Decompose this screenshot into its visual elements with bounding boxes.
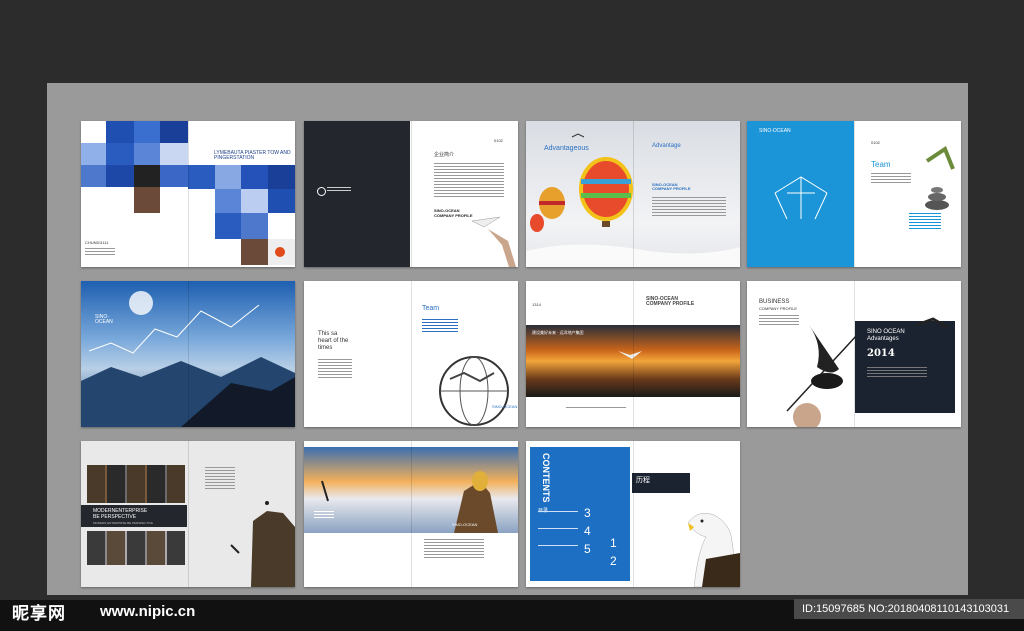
spread-10-text-lines [424, 539, 484, 560]
spread-3-text-lines [652, 197, 726, 218]
spread-3-left-title: Advantageous [544, 145, 589, 152]
spread-3-right-title: Advantage [652, 143, 681, 149]
brochure-spread-2[interactable]: 企业简介 0102 SINO-OCEAN COMPANY PROFILE [304, 121, 518, 267]
brochure-spread-9[interactable]: MODERNENTERPRISE BE PERSPECTIVE MODERN E… [81, 441, 295, 587]
spread-1-heading: LYMEBAUTA PIASTER TOW AND PINGERSTATION [214, 150, 291, 161]
brochure-spread-4[interactable]: SINO-OCEAN 0102 Team [747, 121, 961, 267]
spread-10-photo-lines [314, 511, 334, 520]
spread-1-footer: CHUNDI1111 [85, 240, 109, 245]
site-url[interactable]: www.nipic.cn [100, 603, 195, 620]
page-fold [188, 281, 189, 427]
image-id-label: ID:15097685 NO:20180408110143103031 [794, 599, 1024, 619]
brochure-spread-3[interactable]: Advantageous Advantage SINO-OCEAN COMPAN… [526, 121, 740, 267]
brochure-spread-10[interactable]: SINO-OCEAN [304, 441, 518, 587]
brochure-spread-8[interactable]: BUSINESS COMPANY PROFILE SINO OCEAN Adva… [747, 281, 961, 427]
page-fold [411, 121, 412, 267]
brochure-spread-7[interactable]: 1314 SINO-OCEAN COMPANY PROFILE 建设美好未来 ·… [526, 281, 740, 427]
spread-6-globe-label: SINO-OCEAN [492, 404, 518, 409]
page-fold [633, 281, 634, 427]
page-fold [411, 281, 412, 427]
spread-5-brand: SINO- OCEAN [95, 314, 113, 325]
page-fold [411, 441, 412, 587]
brochure-spread-11[interactable]: CONTENTS 目录 3 4 5 1 2 历程 [526, 441, 740, 587]
page-fold [633, 441, 634, 587]
spread-1-text-lines [85, 248, 115, 257]
page-fold [188, 441, 189, 587]
brochure-spread-5[interactable]: SINO- OCEAN [81, 281, 295, 427]
brochure-spread-6[interactable]: This sa heart of the times Team SINO-OCE… [304, 281, 518, 427]
page-fold [633, 121, 634, 267]
site-logo[interactable]: 昵享网 [12, 599, 66, 624]
page-fold [854, 281, 855, 427]
page-fold [854, 121, 855, 267]
spread-7-bottom-lines [566, 407, 626, 410]
spread-10-label: SINO-OCEAN [452, 522, 478, 527]
spread-3-right-sub: SINO-OCEAN COMPANY PROFILE [652, 182, 691, 191]
page-fold [188, 121, 189, 267]
brochure-spread-1[interactable]: LYMEBAUTA PIASTER TOW AND PINGERSTATION … [81, 121, 295, 267]
